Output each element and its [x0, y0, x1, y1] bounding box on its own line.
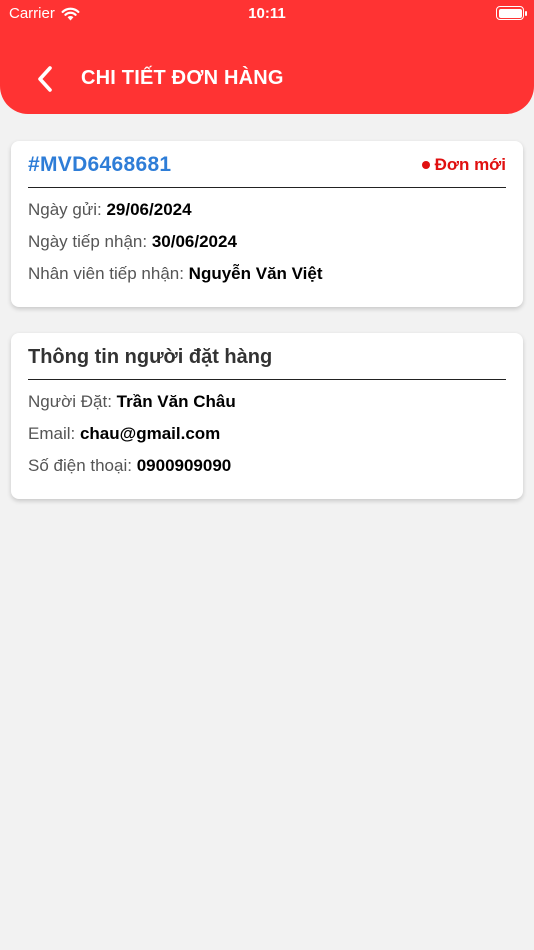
section-title: Thông tin người đặt hàng — [28, 345, 273, 368]
status-time: 10:11 — [248, 5, 286, 22]
customer-name-row: Người Đặt: Trần Văn Châu — [28, 391, 506, 423]
row-value: 29/06/2024 — [106, 200, 192, 219]
row-value: 0900909090 — [136, 456, 232, 475]
status-dot-icon — [421, 161, 430, 169]
row-value: Trần Văn Châu — [116, 392, 236, 411]
row-label: Người Đặt: — [28, 392, 117, 411]
order-card-header: #MVD6468681 Đơn mới — [28, 141, 506, 188]
app-header: Carrier 10:11 CHI TIẾT ĐƠN HÀNG — [0, 0, 534, 114]
row-label: Số điện thoại: — [28, 456, 137, 475]
customer-card: Thông tin người đặt hàng Người Đặt: Trần… — [11, 333, 523, 499]
order-card: #MVD6468681 Đơn mới Ngày gửi: 29/06/2024… — [11, 141, 523, 307]
order-code: #MVD6468681 — [28, 153, 172, 176]
row-value: chau@gmail.com — [79, 424, 221, 443]
row-value: 30/06/2024 — [151, 232, 237, 251]
order-info-list: Ngày gửi: 29/06/2024 Ngày tiếp nhận: 30/… — [28, 188, 506, 295]
status-label: Đơn mới — [434, 155, 506, 174]
row-label: Nhân viên tiếp nhận: — [28, 264, 189, 283]
customer-card-header: Thông tin người đặt hàng — [28, 333, 506, 380]
back-button[interactable] — [30, 62, 60, 96]
row-label: Ngày tiếp nhận: — [28, 232, 152, 251]
row-label: Email: — [28, 424, 80, 443]
order-staff-row: Nhân viên tiếp nhận: Nguyễn Văn Việt — [28, 263, 506, 295]
page-title: CHI TIẾT ĐƠN HÀNG — [81, 67, 284, 89]
status-badge: Đơn mới — [421, 155, 506, 175]
chevron-left-icon — [38, 66, 52, 92]
customer-phone-row: Số điện thoại: 0900909090 — [28, 455, 506, 487]
battery-icon — [496, 6, 527, 20]
customer-email-row: Email: chau@gmail.com — [28, 423, 506, 455]
row-label: Ngày gửi: — [28, 200, 107, 219]
status-bar: Carrier 10:11 — [0, 0, 534, 28]
row-value: Nguyễn Văn Việt — [188, 264, 323, 283]
customer-info-list: Người Đặt: Trần Văn Châu Email: chau@gma… — [28, 380, 506, 487]
order-sent-date-row: Ngày gửi: 29/06/2024 — [28, 199, 506, 231]
order-received-date-row: Ngày tiếp nhận: 30/06/2024 — [28, 231, 506, 263]
